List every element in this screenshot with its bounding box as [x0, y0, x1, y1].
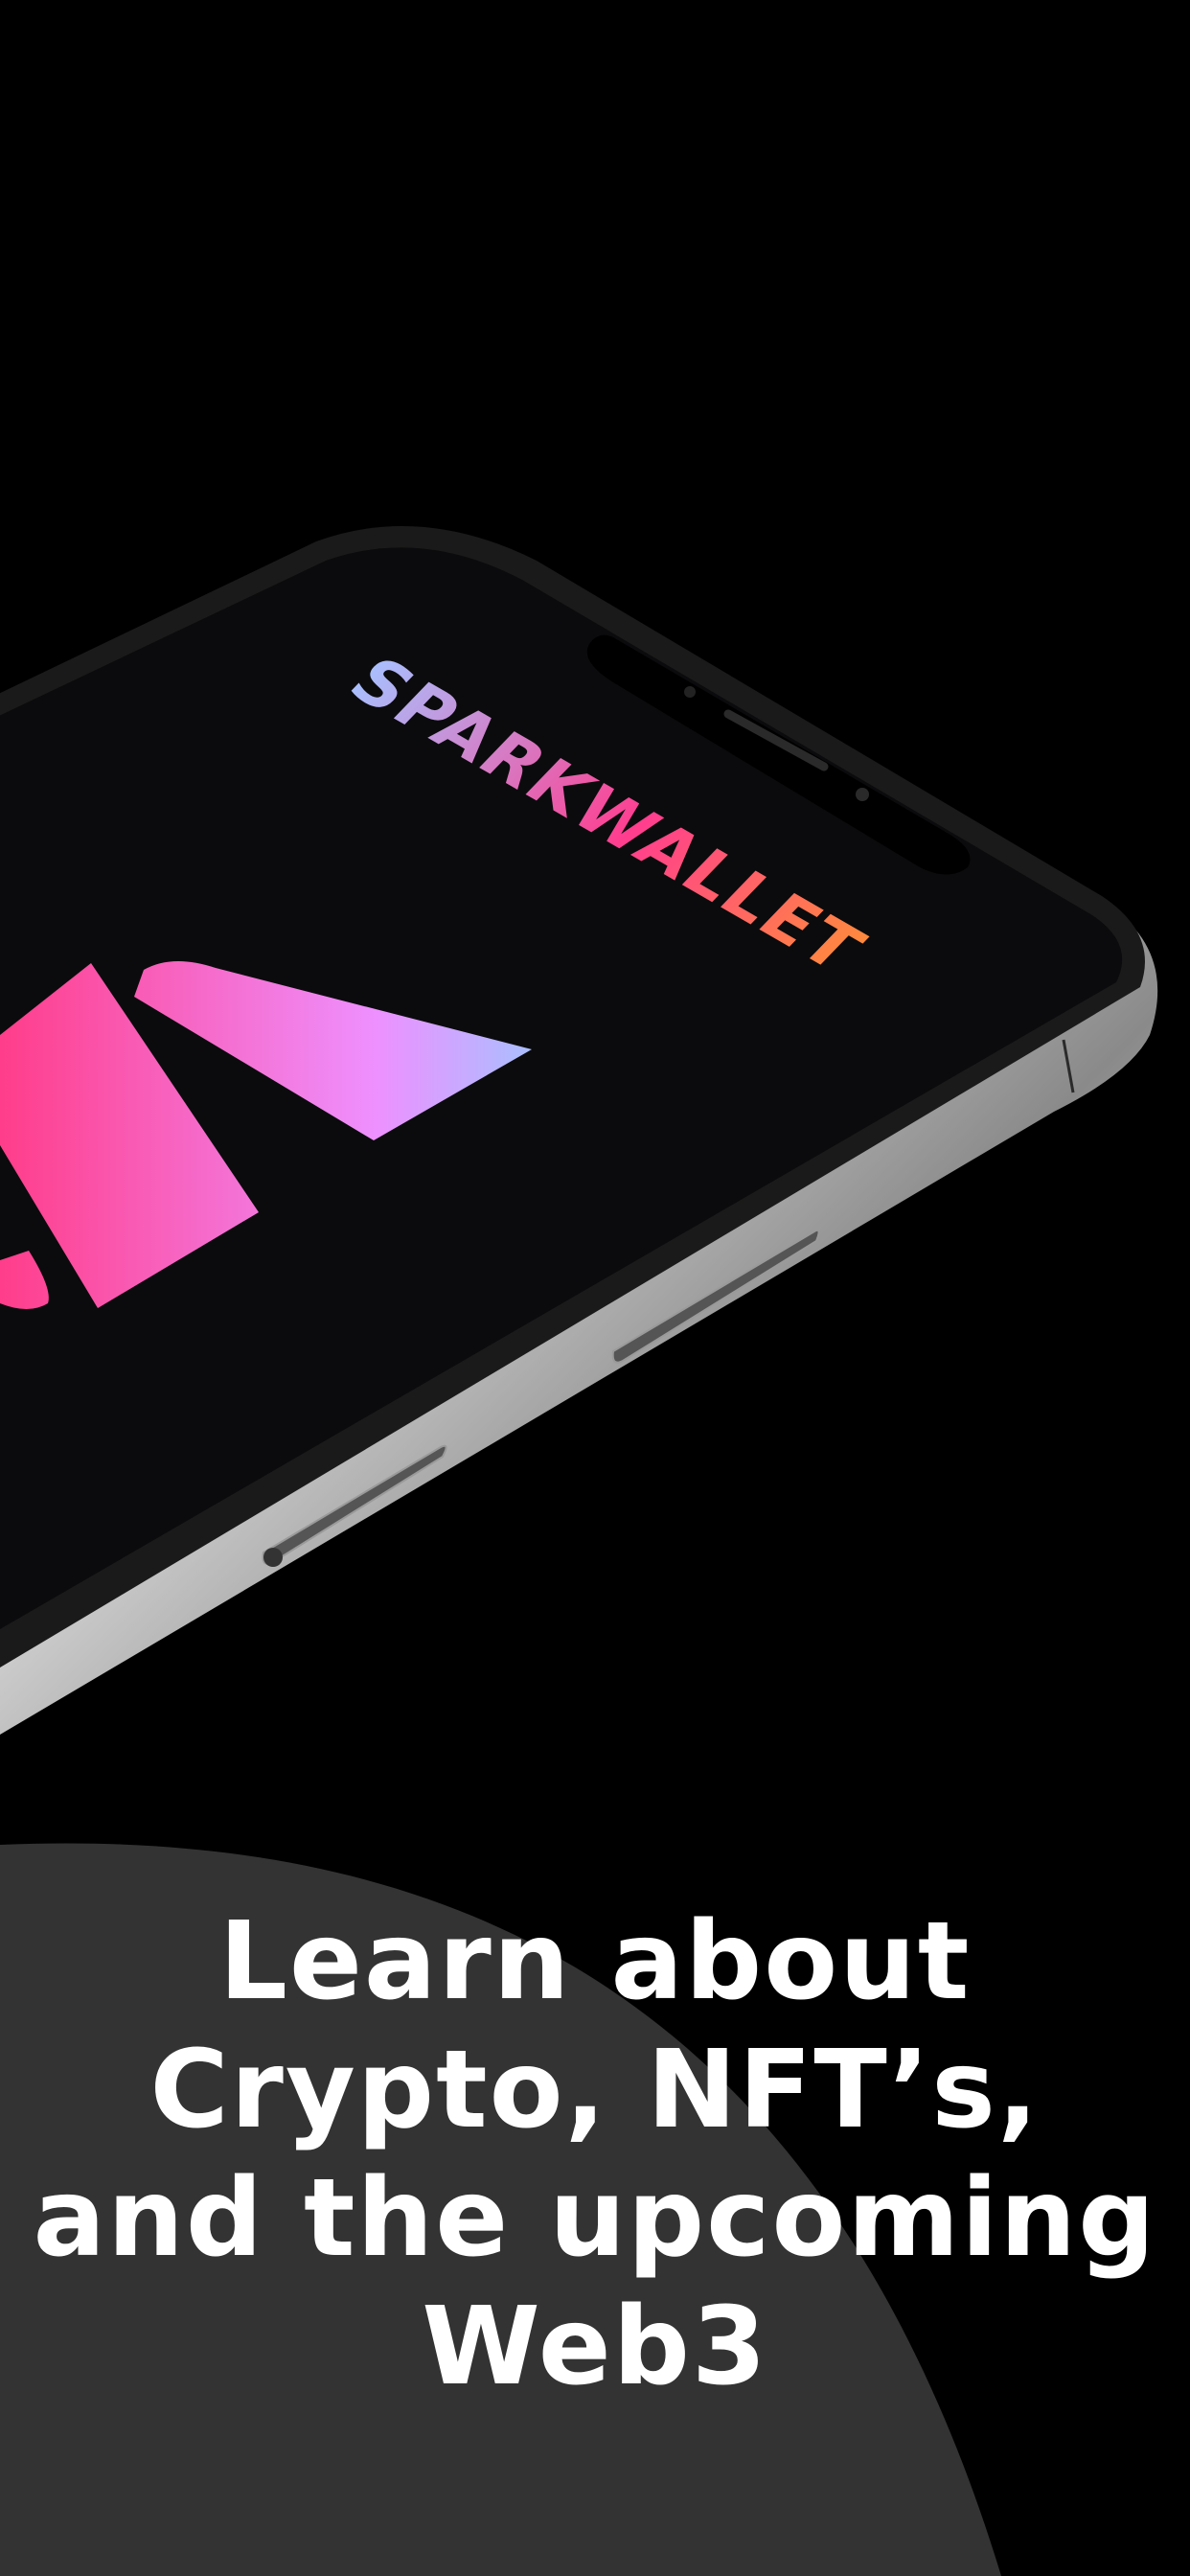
headline-line-2: Crypto, NFT’s,: [149, 2028, 1041, 2152]
sensor-dot: [684, 686, 696, 698]
headline-line-1: Learn about: [218, 1899, 972, 2024]
promo-headline: Learn about Crypto, NFT’s, and the upcom…: [0, 1898, 1190, 2411]
side-button-hole: [263, 1548, 283, 1567]
camera-dot: [856, 788, 869, 801]
headline-line-3: and the upcoming: [33, 2156, 1157, 2281]
headline-line-4: Web3: [422, 2285, 768, 2409]
